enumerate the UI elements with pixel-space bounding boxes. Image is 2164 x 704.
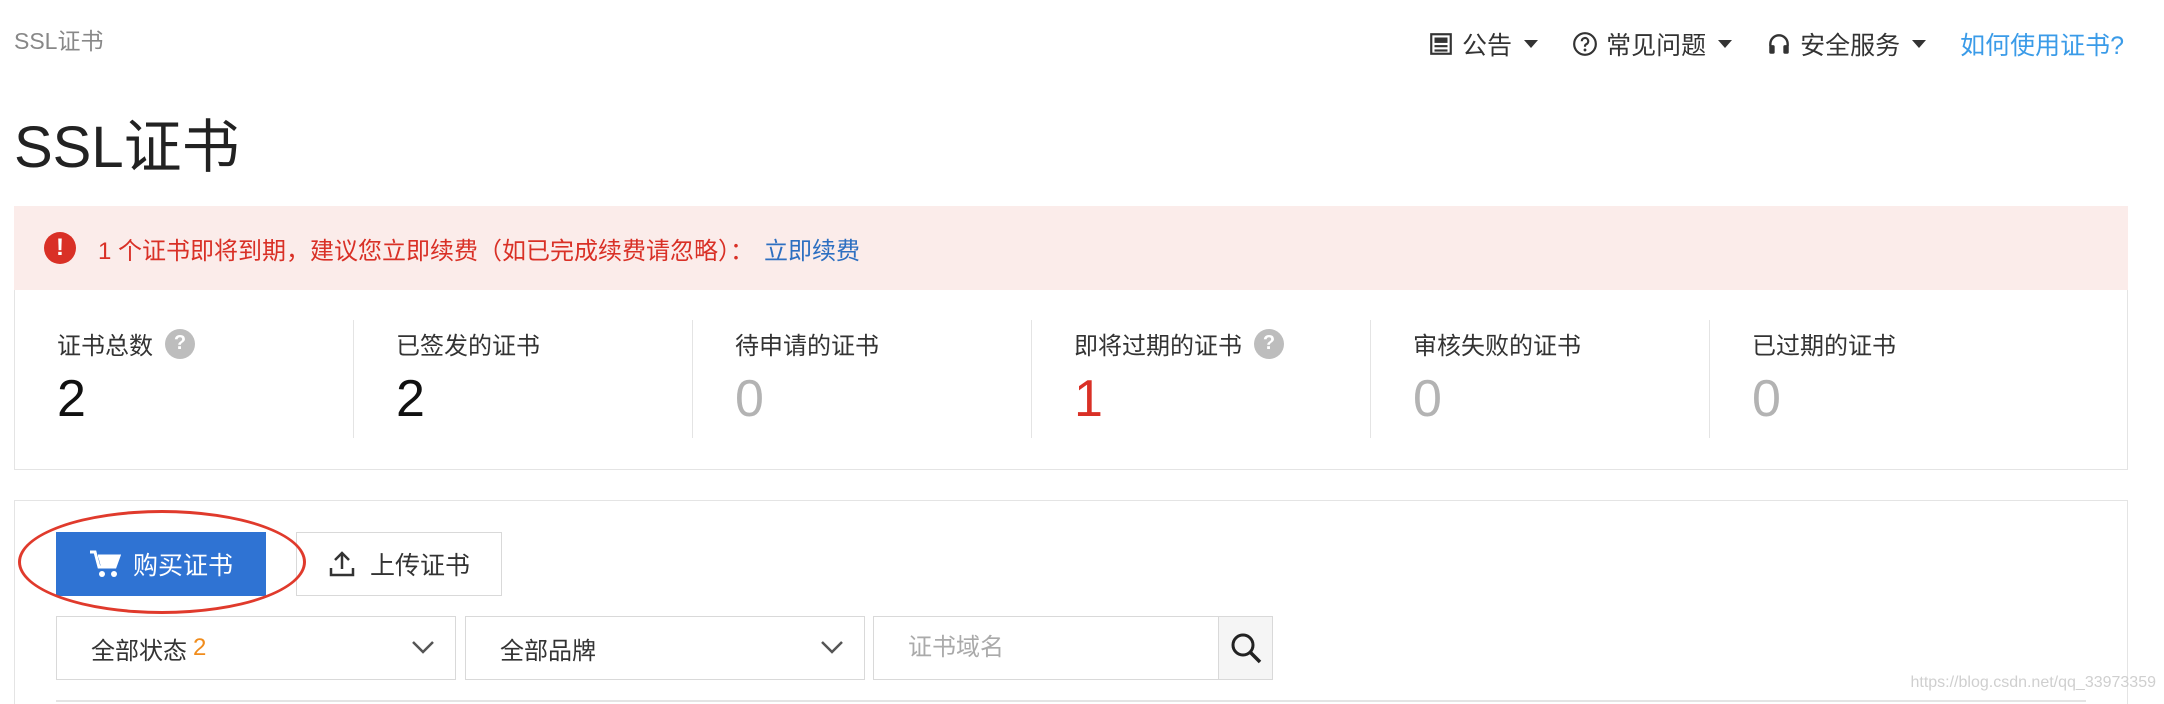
- nav-security-service-label: 安全服务: [1800, 32, 1901, 60]
- chevron-down-icon: [1912, 40, 1927, 48]
- nav-announcement-label: 公告: [1462, 32, 1513, 60]
- status-filter-select[interactable]: 全部状态 2: [56, 616, 456, 680]
- stat-expiring: 即将过期的证书 ? 1: [1032, 320, 1371, 438]
- stat-value: 1: [1074, 370, 1103, 428]
- stat-label: 即将过期的证书: [1074, 333, 1242, 360]
- alert-text: 1 个证书即将到期，建议您立即续费（如已完成续费请忽略）：: [98, 237, 755, 265]
- stat-issued: 已签发的证书 2: [354, 320, 693, 438]
- stat-label: 待申请的证书: [735, 333, 879, 360]
- help-icon[interactable]: ?: [165, 328, 195, 359]
- nav-security-service[interactable]: 安全服务: [1766, 26, 1927, 62]
- search-button[interactable]: [1218, 617, 1272, 679]
- domain-search-input[interactable]: [874, 617, 1218, 679]
- buy-certificate-button[interactable]: 购买证书: [56, 532, 266, 596]
- stat-label: 审核失败的证书: [1413, 333, 1581, 360]
- announcement-icon: [1430, 33, 1452, 55]
- upload-certificate-button[interactable]: 上传证书: [296, 532, 502, 596]
- status-filter-label: 全部状态: [91, 637, 187, 665]
- cart-icon: [89, 550, 121, 577]
- page-title: SSL证书: [14, 115, 240, 180]
- brand-filter-select[interactable]: 全部品牌: [465, 616, 865, 680]
- stat-label: 已签发的证书: [396, 333, 540, 360]
- help-link[interactable]: 如何使用证书?: [1960, 26, 2124, 62]
- stat-value: 0: [1413, 370, 1442, 428]
- stat-total: 证书总数 ? 2: [15, 320, 354, 438]
- watermark: https://blog.csdn.net/qq_33973359: [1910, 674, 2156, 691]
- nav-announcement[interactable]: 公告: [1428, 26, 1539, 62]
- alert-icon: !: [44, 232, 76, 264]
- chevron-down-icon: [821, 641, 843, 654]
- stat-value: 0: [735, 370, 764, 428]
- expiry-alert: ! 1 个证书即将到期，建议您立即续费（如已完成续费请忽略）： 立即续费: [14, 206, 2128, 290]
- domain-search: [873, 616, 1273, 680]
- breadcrumb: SSL证书: [14, 28, 104, 54]
- stat-expired: 已过期的证书 0: [1710, 320, 2049, 438]
- divider: [56, 700, 2086, 702]
- stat-label: 证书总数: [57, 333, 153, 360]
- nav-faq[interactable]: 常见问题: [1572, 26, 1733, 62]
- nav-faq-label: 常见问题: [1606, 32, 1707, 60]
- chevron-down-icon: [412, 641, 434, 654]
- brand-filter-label: 全部品牌: [500, 637, 596, 665]
- stat-failed: 审核失败的证书 0: [1371, 320, 1710, 438]
- upload-icon: [329, 551, 355, 577]
- chevron-down-icon: [1524, 40, 1539, 48]
- renew-now-link[interactable]: 立即续费: [764, 231, 860, 266]
- help-icon[interactable]: ?: [1254, 328, 1284, 359]
- headset-icon: [1769, 34, 1789, 54]
- search-icon: [1231, 633, 1261, 664]
- stat-value: 0: [1752, 370, 1781, 428]
- question-circle-icon: [1573, 32, 1597, 56]
- status-filter-count: 2: [193, 634, 207, 661]
- upload-certificate-label: 上传证书: [369, 552, 470, 580]
- stat-pending: 待申请的证书 0: [693, 320, 1032, 438]
- top-nav: 公告 常见问题 安全服务 如何使用证书?: [1428, 26, 2124, 62]
- stat-value: 2: [57, 370, 86, 428]
- chevron-down-icon: [1718, 40, 1733, 48]
- stat-value: 2: [396, 370, 425, 428]
- stat-label: 已过期的证书: [1752, 333, 1896, 360]
- buy-certificate-label: 购买证书: [132, 552, 233, 580]
- stats-bar: 证书总数 ? 2 已签发的证书 2 待申请的证书 0 即将过期的证书 ? 1 审…: [14, 290, 2128, 470]
